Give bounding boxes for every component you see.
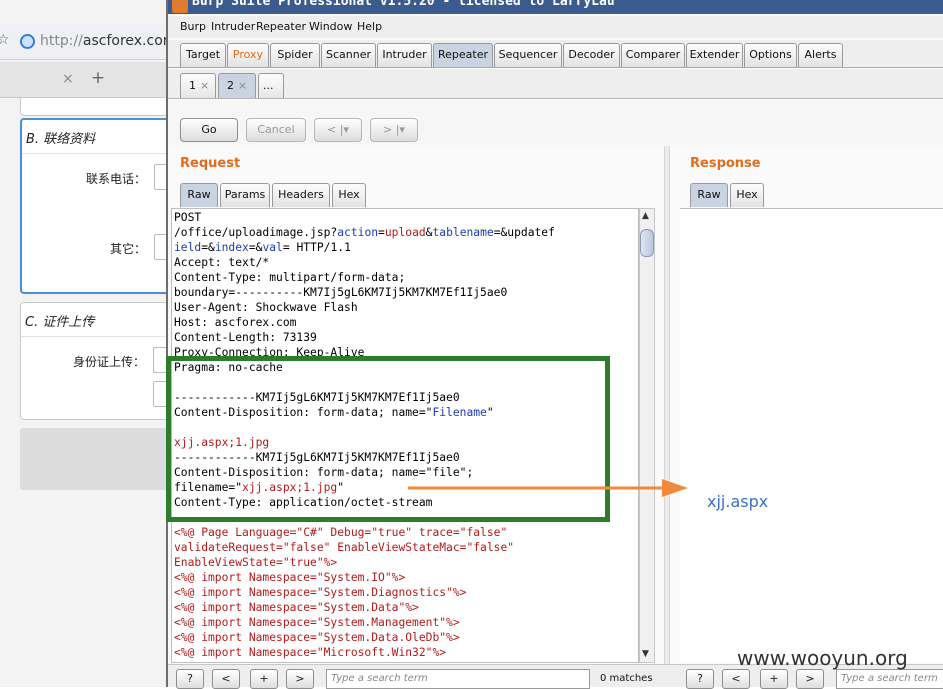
- tab-comparer[interactable]: Comparer: [621, 43, 685, 67]
- request-line: boundary=----------KM7Ij5gL6KM7Ij5KM7KM7…: [174, 286, 508, 299]
- new-repeater-tab[interactable]: ...: [258, 73, 284, 98]
- main-tabs: Target Proxy Spider Scanner Intruder Rep…: [168, 40, 943, 68]
- request-line: <%@ import Namespace="System.Management"…: [174, 616, 460, 629]
- match-count: 0 matches: [600, 673, 653, 684]
- request-line: Content-Type: multipart/form-data;: [174, 271, 406, 284]
- cancel-button[interactable]: Cancel: [246, 118, 306, 142]
- menu-repeater[interactable]: Repeater: [256, 20, 306, 33]
- other-label: 其它：: [110, 242, 147, 256]
- phone-label: 联系电话：: [86, 172, 147, 186]
- window-title: Burp Suite Professional v1.5.20 - licens…: [192, 0, 615, 9]
- menu-help[interactable]: Help: [357, 20, 382, 33]
- menu-burp[interactable]: Burp: [180, 20, 206, 33]
- tab-spider[interactable]: Spider: [270, 43, 320, 67]
- request-line: <%@ import Namespace="Microsoft.Win32"%>: [174, 646, 447, 659]
- repeater-tab-2[interactable]: 2 ×: [218, 73, 256, 98]
- submit-area[interactable]: [20, 428, 180, 490]
- tab-decoder[interactable]: Decoder: [563, 43, 620, 67]
- request-line: <%@ import Namespace="System.Diagnostics…: [174, 586, 467, 599]
- panel-divider[interactable]: [664, 146, 670, 666]
- menu-intruder[interactable]: Intruder: [211, 20, 255, 33]
- repeater-toolbar: Go Cancel < |▾ > |▾: [168, 100, 943, 145]
- back-button[interactable]: < |▾: [314, 118, 362, 142]
- repeater-tab-1[interactable]: 1 ×: [180, 73, 216, 98]
- request-tab-hex[interactable]: Hex: [332, 183, 366, 207]
- tab-repeater[interactable]: Repeater: [433, 43, 493, 67]
- upload-section: C. 证件上传 身份证上传：: [20, 302, 180, 420]
- request-scrollbar[interactable]: ▲ ▼: [639, 208, 655, 663]
- close-icon[interactable]: ×: [62, 71, 74, 87]
- browser-tabstrip: × +: [0, 62, 170, 98]
- response-editor[interactable]: [680, 208, 943, 663]
- request-line: /office/uploadimage.jsp?action=upload&ta…: [174, 226, 555, 239]
- request-line: User-Agent: Shockwave Flash: [174, 301, 358, 314]
- request-line: EnableViewState="true"%>: [174, 556, 338, 569]
- url-text[interactable]: http://ascforex.com: [40, 33, 176, 49]
- previous-section: [20, 98, 180, 116]
- request-line: Accept: text/*: [174, 256, 270, 269]
- tab-intruder[interactable]: Intruder: [377, 43, 432, 67]
- burp-logo-icon: [172, 0, 188, 13]
- request-tab-params[interactable]: Params: [220, 183, 270, 207]
- go-button[interactable]: Go: [180, 118, 238, 142]
- watermark: www.wooyun.org: [737, 646, 908, 670]
- close-icon[interactable]: ×: [200, 79, 209, 92]
- tab-scanner[interactable]: Scanner: [321, 43, 376, 67]
- request-title: Request: [180, 156, 241, 171]
- section-b-title: B. 联络资料: [22, 120, 178, 154]
- request-line: <%@ Page Language="C#" Debug="true" trac…: [174, 526, 508, 539]
- request-line: Content-Length: 73139: [174, 331, 317, 344]
- request-line: ield=&index=&val= HTTP/1.1: [174, 241, 351, 254]
- request-line: <%@ import Namespace="System.Data.OleDb"…: [174, 631, 460, 644]
- request-tab-raw[interactable]: Raw: [180, 183, 218, 207]
- arrow-icon: [408, 479, 688, 497]
- tab-alerts[interactable]: Alerts: [798, 43, 843, 67]
- request-tab-headers[interactable]: Headers: [272, 183, 330, 207]
- globe-icon: [20, 34, 35, 49]
- scroll-up-icon[interactable]: ▲: [642, 211, 649, 221]
- repeater-tab-1-label: 1: [189, 79, 196, 92]
- scrollbar-thumb[interactable]: [640, 229, 654, 257]
- request-line: <%@ import Namespace="System.IO"%>: [174, 571, 406, 584]
- section-c-title: C. 证件上传: [21, 303, 179, 337]
- scroll-down-icon[interactable]: ▼: [642, 649, 649, 659]
- title-bar: Burp Suite Professional v1.5.20 - licens…: [168, 0, 943, 14]
- tab-proxy[interactable]: Proxy: [227, 43, 269, 67]
- contact-section: B. 联络资料 联系电话： 其它：: [20, 118, 180, 294]
- request-line: POST: [174, 211, 202, 224]
- id-upload-label: 身份证上传：: [73, 355, 146, 369]
- menu-bar: Burp Intruder Repeater Window Help: [168, 16, 943, 38]
- star-icon[interactable]: ☆: [0, 32, 10, 48]
- repeater-tabs: 1 × 2 × ...: [168, 69, 943, 99]
- new-tab-button[interactable]: +: [85, 68, 111, 92]
- background-browser: ☆ http://ascforex.com × + B. 联络资料 联系电话： …: [0, 0, 180, 687]
- response-tab-hex[interactable]: Hex: [730, 183, 764, 207]
- request-line: <%@ import Namespace="System.Data"%>: [174, 601, 419, 614]
- response-search-input[interactable]: Type a search term: [836, 669, 943, 689]
- response-prev-button[interactable]: <: [722, 669, 750, 689]
- response-add-button[interactable]: +: [760, 669, 788, 689]
- response-next-button[interactable]: >: [796, 669, 824, 689]
- help-button[interactable]: ?: [176, 669, 204, 689]
- close-icon[interactable]: ×: [238, 79, 247, 92]
- response-help-button[interactable]: ?: [686, 669, 714, 689]
- search-input[interactable]: Type a search term: [326, 669, 590, 689]
- burp-window: Burp Suite Professional v1.5.20 - licens…: [166, 0, 943, 689]
- target-filename-label: xjj.aspx: [707, 492, 769, 511]
- prev-match-button[interactable]: <: [212, 669, 240, 689]
- tab-target[interactable]: Target: [180, 43, 226, 67]
- tab-sequencer[interactable]: Sequencer: [494, 43, 562, 67]
- add-button[interactable]: +: [250, 669, 278, 689]
- tab-extender[interactable]: Extender: [686, 43, 743, 67]
- tab-options[interactable]: Options: [744, 43, 797, 67]
- response-title: Response: [690, 156, 761, 171]
- address-bar[interactable]: ☆ http://ascforex.com: [0, 24, 176, 60]
- forward-button[interactable]: > |▾: [370, 118, 418, 142]
- request-line: validateRequest="false" EnableViewStateM…: [174, 541, 515, 554]
- next-match-button[interactable]: >: [286, 669, 314, 689]
- request-line: Host: ascforex.com: [174, 316, 297, 329]
- repeater-tab-2-label: 2: [227, 79, 234, 92]
- response-tab-raw[interactable]: Raw: [690, 183, 728, 207]
- menu-window[interactable]: Window: [309, 20, 352, 33]
